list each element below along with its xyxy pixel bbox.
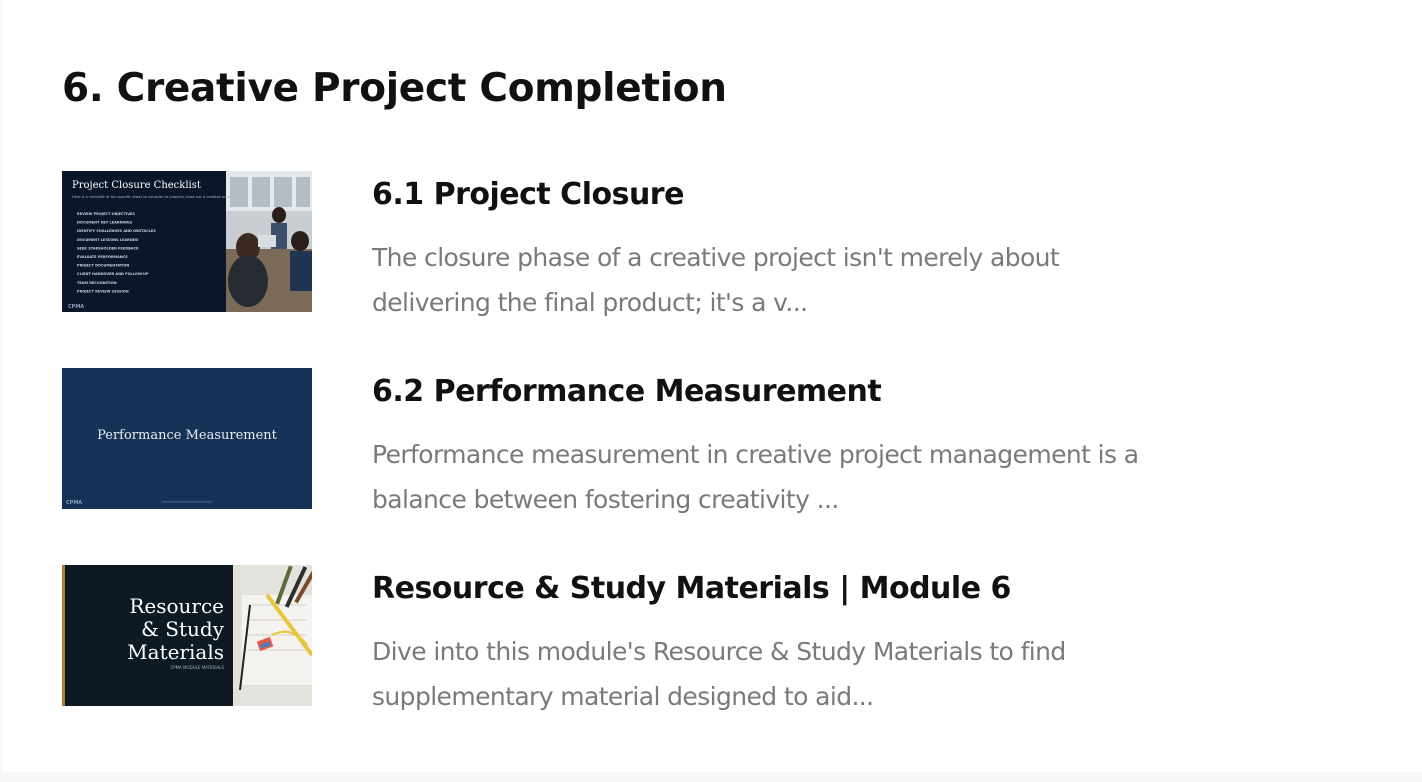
lesson-description: Dive into this module's Resource & Study… bbox=[372, 637, 1066, 711]
slide-checklist-item: CLIENT HANDOVER AND FOLLOW-UP bbox=[77, 272, 149, 276]
slide-checklist-item: TEAM RECOGNITION bbox=[77, 281, 117, 285]
performance-measurement-slide-image: Performance Measurement CPMA bbox=[62, 368, 312, 509]
slide-heading-line-1: Resource bbox=[129, 594, 224, 618]
lesson-title[interactable]: 6.2 Performance Measurement bbox=[372, 374, 882, 409]
slide-heading-line-3: Materials bbox=[127, 640, 224, 664]
section-title: 6. Creative Project Completion bbox=[62, 66, 727, 111]
lesson-title[interactable]: Resource & Study Materials | Module 6 bbox=[372, 571, 1011, 606]
slide-checklist-item: DOCUMENT KEY LEARNINGS bbox=[77, 221, 133, 225]
lesson-thumbnail[interactable]: Resource & Study Materials CPMA MODULE M… bbox=[62, 565, 312, 706]
lesson-title[interactable]: 6.1 Project Closure bbox=[372, 177, 684, 212]
module-panel: 6. Creative Project Completion Project C… bbox=[2, 0, 1422, 772]
slide-caption: CPMA MODULE MATERIALS bbox=[170, 665, 224, 670]
lesson-description: The closure phase of a creative project … bbox=[372, 243, 1060, 317]
slide-heading: Project Closure Checklist bbox=[72, 180, 201, 191]
slide-checklist-item: DOCUMENT LESSONS LEARNED bbox=[77, 238, 138, 242]
lesson-item-performance-measurement[interactable]: Performance Measurement CPMA 6.2 Perform… bbox=[62, 368, 1202, 514]
slide-heading-line-2: & Study bbox=[141, 617, 225, 641]
lesson-item-project-closure[interactable]: Project Closure Checklist Here is a chec… bbox=[62, 171, 1202, 317]
slide-checklist-item: PROJECT REVIEW SESSION bbox=[77, 289, 129, 293]
slide-logo: CPMA bbox=[68, 304, 84, 310]
slide-checklist-item: IDENTIFY CHALLENGES AND OBSTACLES bbox=[77, 229, 156, 233]
slide-heading: Performance Measurement bbox=[97, 428, 278, 443]
slide-checklist-item: REVIEW PROJECT OBJECTIVES bbox=[77, 212, 135, 216]
slide-checklist-item: EVALUATE PERFORMANCE bbox=[77, 255, 128, 259]
slide-intro: Here is a checklist of ten specific area… bbox=[72, 195, 236, 199]
lesson-item-resource-materials[interactable]: Resource & Study Materials CPMA MODULE M… bbox=[62, 565, 1202, 711]
slide-logo: CPMA bbox=[66, 500, 82, 506]
lesson-description: Performance measurement in creative proj… bbox=[372, 440, 1139, 514]
slide-checklist-item: SEEK STAKEHOLDER FEEDBACK bbox=[77, 246, 139, 250]
slide-checklist-item: PROJECT DOCUMENTATION bbox=[77, 264, 129, 268]
lesson-thumbnail[interactable]: Performance Measurement CPMA bbox=[62, 368, 312, 509]
resource-materials-slide-image: Resource & Study Materials CPMA MODULE M… bbox=[62, 565, 312, 706]
project-closure-slide-image: Project Closure Checklist Here is a chec… bbox=[62, 171, 312, 312]
lesson-thumbnail[interactable]: Project Closure Checklist Here is a chec… bbox=[62, 171, 312, 312]
